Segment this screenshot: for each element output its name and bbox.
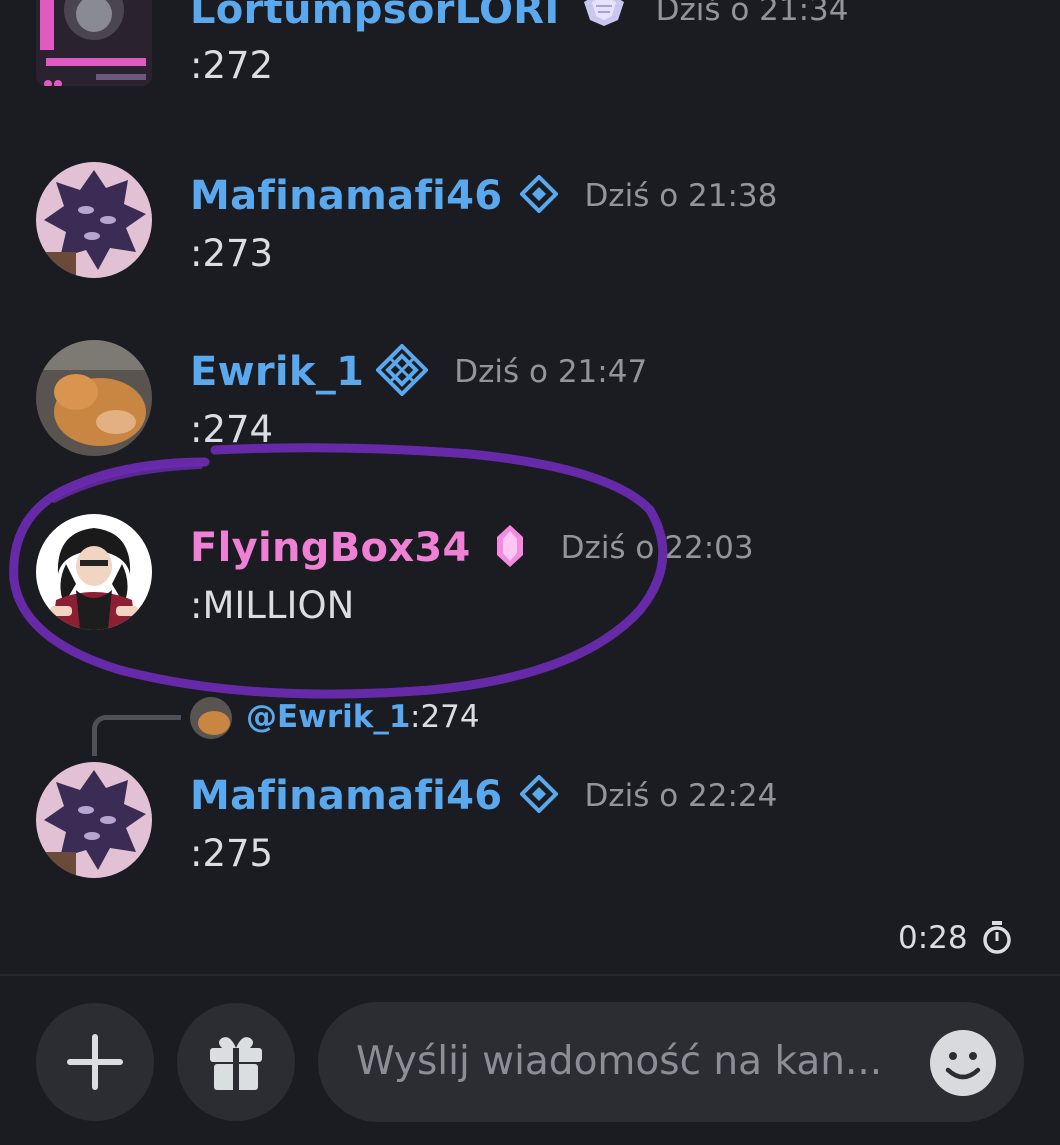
emoji-button[interactable]	[930, 1030, 996, 1096]
diamond-outline-icon[interactable]	[519, 774, 560, 817]
add-attachment-button[interactable]	[36, 1003, 154, 1121]
message-header: Ewrik_1 Dziś o 21:47	[190, 342, 647, 402]
knot-diamond-icon[interactable]	[375, 343, 430, 400]
pink-gem-icon[interactable]	[495, 523, 525, 573]
reply-text: :274	[410, 699, 480, 735]
message-content: :274	[190, 408, 274, 451]
timer-value: 0:28	[898, 920, 968, 956]
message-header: LortumpsorLORI Dziś o 21:34	[190, 0, 849, 40]
username[interactable]: LortumpsorLORI	[190, 0, 560, 33]
username[interactable]: Ewrik_1	[190, 349, 364, 395]
message-content: :272	[190, 44, 274, 87]
username[interactable]: Mafinamafi46	[190, 773, 502, 819]
plus-icon	[67, 1034, 123, 1090]
diamond-outline-icon[interactable]	[519, 174, 560, 217]
slowmode-timer: 0:28	[898, 920, 1012, 956]
timestamp: Dziś o 22:03	[560, 530, 754, 566]
message-input-placeholder: Wyślij wiadomość na kan...	[356, 1039, 883, 1084]
message-content: :275	[190, 832, 274, 875]
reply-mention[interactable]: @Ewrik_1	[246, 695, 410, 739]
gift-icon	[210, 1037, 262, 1090]
emoji-face-icon	[945, 1052, 981, 1080]
username[interactable]: Mafinamafi46	[190, 173, 502, 219]
username[interactable]: FlyingBox34	[190, 525, 471, 571]
timestamp: Dziś o 21:38	[584, 178, 778, 214]
message-header: FlyingBox34 Dziś o 22:03	[190, 518, 754, 578]
message-header: Mafinamafi46 Dziś o 21:38	[190, 166, 777, 226]
timestamp: Dziś o 22:24	[584, 778, 778, 814]
reply-connector	[92, 715, 181, 756]
avatar[interactable]	[36, 0, 152, 86]
message-content: :MILLION	[190, 584, 355, 627]
message-content: :273	[190, 232, 274, 275]
message-input[interactable]: Wyślij wiadomość na kan...	[318, 1002, 1024, 1122]
reply-reference[interactable]: @Ewrik_1 :274	[0, 695, 1060, 756]
message-header: Mafinamafi46 Dziś o 22:24	[190, 766, 777, 826]
reply-avatar	[190, 697, 232, 739]
avatar[interactable]	[36, 340, 152, 456]
avatar[interactable]	[36, 762, 152, 878]
avatar[interactable]	[36, 514, 152, 630]
timestamp: Dziś o 21:47	[454, 354, 648, 390]
crystal-cluster-icon[interactable]	[578, 0, 630, 32]
composer-divider	[0, 974, 1060, 976]
avatar[interactable]	[36, 162, 152, 278]
gift-button[interactable]	[177, 1003, 295, 1121]
stopwatch-icon	[982, 921, 1012, 955]
timestamp: Dziś o 21:34	[655, 0, 849, 28]
